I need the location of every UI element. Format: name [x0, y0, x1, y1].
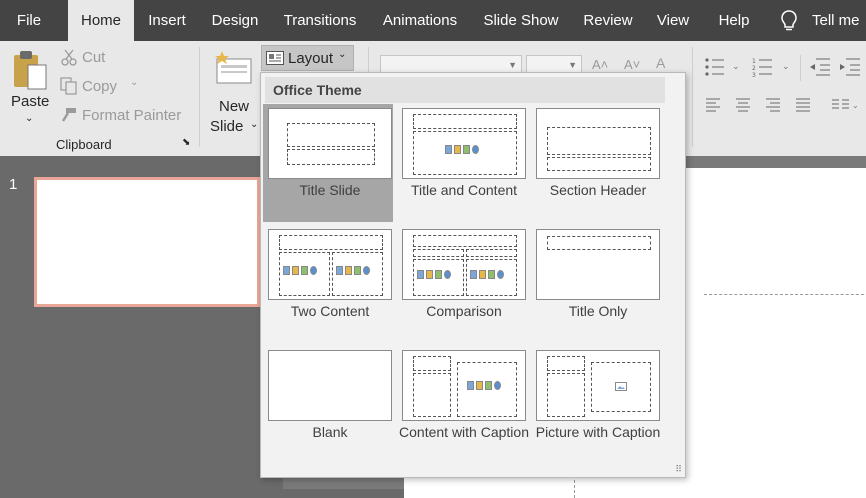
- decrease-font-icon[interactable]: A˅: [624, 57, 640, 72]
- ribbon-tab-bar: File Home Insert Design Transitions Anim…: [0, 0, 866, 41]
- clear-formatting-icon[interactable]: A: [656, 55, 665, 71]
- tab-help[interactable]: Help: [706, 0, 762, 41]
- paintbrush-icon: [61, 108, 76, 122]
- tab-home[interactable]: Home: [68, 0, 134, 41]
- layout-section-header[interactable]: Section Header: [531, 104, 661, 222]
- layout-thumbnail: [268, 350, 392, 421]
- layout-label: Title Only: [568, 303, 628, 319]
- svg-text:⌄: ⌄: [852, 101, 859, 110]
- increase-indent-icon[interactable]: [838, 57, 862, 77]
- svg-text:2: 2: [752, 65, 756, 72]
- layout-title-slide[interactable]: Title Slide: [263, 104, 393, 222]
- new-slide-chevron-icon: ⌄: [250, 119, 259, 130]
- numbering-icon[interactable]: 1 2 3 ⌄: [752, 57, 796, 77]
- layout-thumbnail: [402, 108, 526, 179]
- layout-title-only[interactable]: Title Only: [531, 225, 661, 343]
- paste-chevron-icon: ⌄: [25, 113, 34, 124]
- tab-transitions[interactable]: Transitions: [276, 0, 364, 41]
- layout-label: Comparison: [426, 303, 502, 319]
- layout-label: Content with Caption: [399, 424, 529, 440]
- layout-thumbnail: [536, 229, 660, 300]
- copy-label: Copy: [82, 78, 118, 95]
- layout-thumbnail: [268, 108, 392, 179]
- svg-text:3: 3: [752, 72, 756, 77]
- copy-chevron-icon: ⌄: [130, 77, 139, 88]
- layout-content-with-caption[interactable]: Content with Caption: [397, 346, 529, 464]
- layout-label: Two Content: [290, 303, 370, 319]
- alignment-icons[interactable]: [704, 97, 824, 113]
- layout-two-content[interactable]: Two Content: [263, 225, 393, 343]
- new-slide-label-line1: New: [219, 98, 250, 115]
- decrease-indent-icon[interactable]: [808, 57, 832, 77]
- layout-button[interactable]: Layout ⌄: [261, 45, 354, 71]
- svg-text:⌄: ⌄: [732, 62, 740, 72]
- font-dropdown-arrow-icon: ▼: [508, 60, 517, 70]
- resize-grip-icon[interactable]: ⠿: [675, 464, 682, 475]
- layout-label: Section Header: [549, 182, 647, 198]
- clipboard-group-label: Clipboard: [56, 137, 112, 152]
- layout-picture-with-caption[interactable]: Picture with Caption: [531, 346, 661, 464]
- layout-title-and-content[interactable]: Title and Content: [397, 104, 527, 222]
- layout-gallery-menu: Office Theme Title Slide Title and Conte…: [260, 72, 686, 478]
- cut-button[interactable]: Cut: [58, 47, 198, 69]
- layout-label: Layout: [288, 50, 334, 67]
- paste-button[interactable]: Paste ⌄: [6, 47, 54, 127]
- tab-design[interactable]: Design: [202, 0, 268, 41]
- placeholder-guide: [704, 294, 866, 295]
- scissors-icon: [61, 49, 77, 66]
- tab-file[interactable]: File: [0, 0, 58, 41]
- layout-thumbnail: [536, 108, 660, 179]
- increase-font-icon[interactable]: A˄: [592, 57, 608, 72]
- format-painter-label: Format Painter: [82, 107, 182, 124]
- layout-icon: [266, 51, 284, 65]
- slide-number: 1: [9, 176, 18, 193]
- layout-comparison[interactable]: Comparison: [397, 225, 527, 343]
- tab-insert[interactable]: Insert: [138, 0, 196, 41]
- layout-thumbnail: [536, 350, 660, 421]
- copy-button[interactable]: Copy ⌄: [58, 76, 198, 98]
- paste-icon: [14, 51, 47, 90]
- layout-thumbnail: [402, 229, 526, 300]
- new-slide-label-line2: Slide: [210, 118, 244, 135]
- format-painter-button[interactable]: Format Painter: [58, 105, 198, 127]
- layout-blank[interactable]: Blank: [263, 346, 393, 464]
- layout-label: Blank: [312, 424, 348, 440]
- tab-slide-show[interactable]: Slide Show: [476, 0, 566, 41]
- svg-text:1: 1: [752, 58, 756, 65]
- layout-label: Picture with Caption: [535, 424, 661, 440]
- divider: [800, 55, 801, 81]
- group-divider: [199, 47, 200, 147]
- slide-thumbnail[interactable]: [34, 177, 260, 307]
- columns-icon[interactable]: ⌄: [830, 97, 860, 113]
- tell-me-label: Tell me: [812, 12, 860, 29]
- layout-thumbnail: [268, 229, 392, 300]
- group-divider: [692, 47, 693, 147]
- svg-text:⌄: ⌄: [782, 62, 790, 72]
- layout-label: Title and Content: [410, 182, 518, 198]
- layout-thumbnail: [402, 350, 526, 421]
- tab-animations[interactable]: Animations: [372, 0, 468, 41]
- dialog-launcher-icon[interactable]: ⬊: [182, 137, 190, 148]
- copy-icon: [60, 77, 77, 95]
- tab-review[interactable]: Review: [576, 0, 640, 41]
- layout-label: Title Slide: [299, 182, 361, 198]
- tab-view[interactable]: View: [648, 0, 698, 41]
- picture-icon: [615, 382, 627, 391]
- cut-label: Cut: [82, 49, 106, 66]
- layout-chevron-icon: ⌄: [338, 49, 347, 60]
- paste-label: Paste: [11, 93, 50, 110]
- new-slide-icon: [215, 51, 252, 84]
- lightbulb-icon: [781, 10, 797, 31]
- size-dropdown-arrow-icon: ▼: [568, 60, 577, 70]
- new-slide-button[interactable]: New Slide ⌄: [206, 47, 260, 135]
- menu-header: Office Theme: [265, 77, 665, 103]
